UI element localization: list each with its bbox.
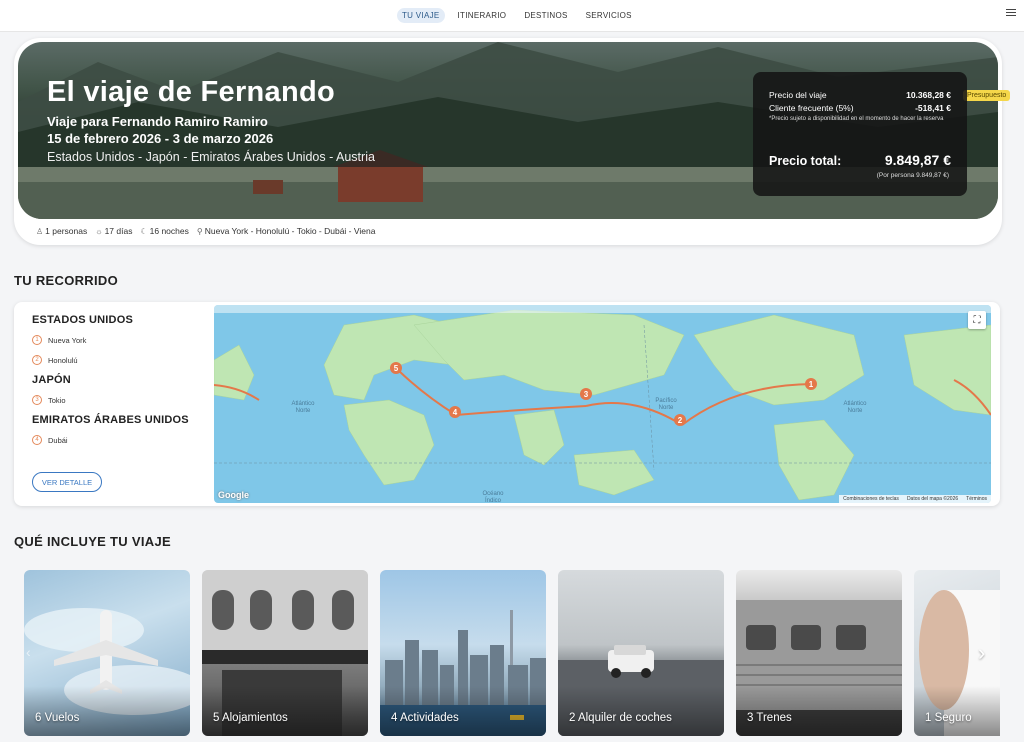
carousel-next-icon[interactable]: › (978, 640, 996, 665)
terms-link[interactable]: Términos (966, 496, 987, 502)
svg-text:Norte: Norte (659, 405, 674, 411)
route-card: ESTADOS UNIDOS 1 Nueva York 2 Honolulú J… (14, 302, 1000, 506)
stop-number: 4 (32, 435, 42, 445)
nav-tabs: TU VIAJE ITINERARIO DESTINOS SERVICIOS (397, 8, 637, 23)
route-summary: Nueva York - Honolulú - Tokio - Dubái - … (204, 226, 376, 236)
list-item[interactable]: 1 Nueva York (32, 335, 212, 345)
carousel-prev-icon[interactable]: ‹ (26, 644, 34, 660)
price-summary: Precio del viaje 10.368,28 € Cliente fre… (753, 72, 967, 196)
card-label: 3 Trenes (747, 712, 792, 724)
svg-text:Atlántico: Atlántico (843, 401, 867, 407)
card-label: 4 Actividades (391, 712, 459, 724)
route-list: ESTADOS UNIDOS 1 Nueva York 2 Honolulú J… (32, 314, 212, 445)
discount-row: Cliente frecuente (5%) -518,41 € (769, 103, 951, 113)
svg-text:Norte: Norte (848, 408, 863, 414)
card-label: 6 Vuelos (35, 712, 80, 724)
price-label: Precio del viaje (769, 90, 827, 100)
top-navigation: TU VIAJE ITINERARIO DESTINOS SERVICIOS (0, 0, 1024, 32)
person-icon: ♙ (36, 226, 44, 236)
trip-dates: 15 de febrero 2026 - 3 de marzo 2026 (47, 131, 274, 146)
list-item[interactable]: 3 Tokio (32, 395, 212, 405)
svg-text:1: 1 (809, 380, 814, 389)
card-label: 1 Seguro (925, 712, 972, 724)
route-section-title: TU RECORRIDO (14, 273, 118, 288)
list-item[interactable]: 4 Dubái (32, 435, 212, 445)
nights-count: 16 noches (149, 226, 189, 236)
moon-icon: ☾ (140, 226, 148, 236)
include-card-car-rental[interactable]: 2 Alquiler de coches (558, 570, 724, 736)
svg-text:3: 3 (584, 390, 589, 399)
status-badge: Presupuesto (963, 90, 1011, 101)
country-name: ESTADOS UNIDOS (32, 314, 133, 326)
tab-servicios[interactable]: SERVICIOS (581, 8, 637, 23)
svg-text:Océano: Océano (482, 491, 504, 497)
price-value: 10.368,28 € (906, 90, 951, 100)
price-note: *Precio sujeto a disponibilidad en el mo… (769, 116, 944, 122)
per-person-price: (Por persona 9.849,87 €) (876, 172, 949, 179)
keyboard-shortcuts-link[interactable]: Combinaciones de teclas (843, 496, 899, 502)
view-detail-button[interactable]: VER DETALLE (32, 472, 102, 492)
trip-title: El viaje de Fernando (47, 76, 336, 108)
hamburger-icon[interactable] (1006, 9, 1016, 19)
google-logo: Google (218, 490, 249, 500)
world-map[interactable]: 1 2 3 4 5 Atlántico Norte Pacífico Norte A… (214, 305, 991, 503)
people-count: 1 personas (45, 226, 88, 236)
includes-section-title: QUÉ INCLUYE TU VIAJE (14, 534, 171, 549)
discount-value: -518,41 € (915, 103, 951, 113)
stop-number: 3 (32, 395, 42, 405)
days-count: 17 días (104, 226, 133, 236)
svg-text:4: 4 (453, 408, 458, 417)
city-name: Dubái (48, 435, 68, 445)
price-row: Precio del viaje 10.368,28 € (769, 90, 951, 100)
stop-number: 2 (32, 355, 42, 365)
svg-text:5: 5 (394, 364, 399, 373)
discount-label: Cliente frecuente (5%) (769, 103, 854, 113)
country-name: JAPÓN (32, 374, 71, 386)
card-label: 2 Alquiler de coches (569, 712, 672, 724)
includes-carousel: 6 Vuelos 5 Alojamientos 4 Actividades 2 … (24, 570, 1000, 736)
luggage-icon: ⚲ (196, 226, 203, 236)
trip-countries: Estados Unidos - Japón - Emiratos Árabes… (47, 150, 375, 164)
total-value: 9.849,87 € (884, 152, 951, 168)
country-name: EMIRATOS ÁRABES UNIDOS (32, 414, 189, 426)
total-row: Precio total: 9.849,87 € (769, 152, 951, 168)
total-label: Precio total: (769, 154, 842, 168)
fullscreen-icon[interactable]: ⛶ (968, 311, 986, 329)
svg-text:Índico: Índico (485, 497, 502, 503)
svg-text:Pacífico: Pacífico (655, 398, 677, 404)
sun-icon: ☼ (95, 226, 103, 236)
svg-text:2: 2 (678, 416, 683, 425)
svg-text:Norte: Norte (296, 408, 311, 414)
city-name: Honolulú (48, 355, 78, 365)
tab-destinos[interactable]: DESTINOS (519, 8, 572, 23)
city-name: Nueva York (48, 335, 87, 345)
include-card-hotels[interactable]: 5 Alojamientos (202, 570, 368, 736)
include-card-activities[interactable]: 4 Actividades (380, 570, 546, 736)
map-data-text: Datos del mapa ©2026 (906, 496, 959, 502)
include-card-trains[interactable]: 3 Trenes (736, 570, 902, 736)
include-card-flights[interactable]: 6 Vuelos (24, 570, 190, 736)
tab-itinerario[interactable]: ITINERARIO (453, 8, 512, 23)
list-item[interactable]: 2 Honolulú (32, 355, 212, 365)
trip-info-bar: ♙ 1 personas ☼ 17 días ☾ 16 noches ⚲ Nueva Y… (36, 226, 375, 236)
tab-tu-viaje[interactable]: TU VIAJE (397, 8, 445, 23)
trip-traveler: Viaje para Fernando Ramiro Ramiro (47, 114, 268, 129)
stop-number: 1 (32, 335, 42, 345)
city-name: Tokio (48, 395, 66, 405)
map-attribution: Combinaciones de teclas Datos del mapa ©… (839, 495, 991, 503)
svg-text:Atlántico: Atlántico (291, 401, 315, 407)
card-label: 5 Alojamientos (213, 712, 288, 724)
